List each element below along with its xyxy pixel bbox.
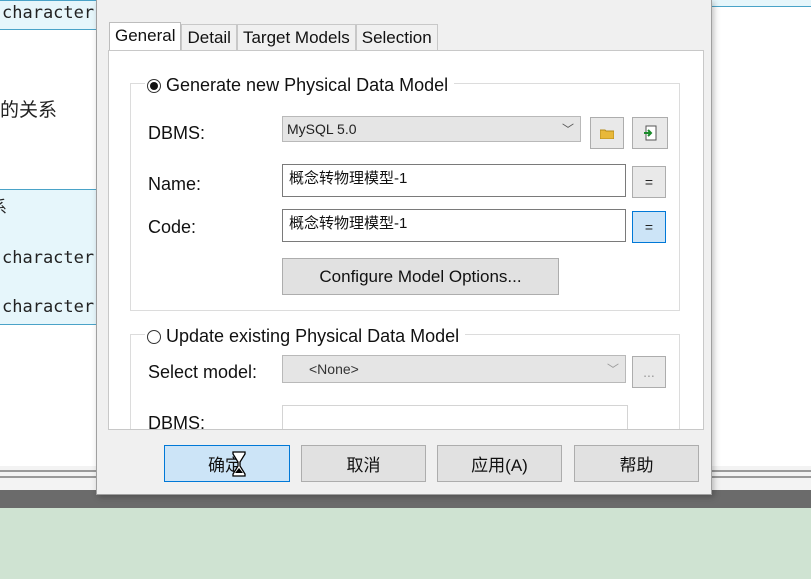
generate-option[interactable]: Generate new Physical Data Model — [145, 75, 455, 96]
configure-model-options-button[interactable]: Configure Model Options... — [282, 258, 559, 295]
bg-text-line-4: character — [2, 248, 95, 268]
bg-text-line-1: character — [2, 3, 95, 23]
name-equals-button[interactable]: = — [632, 166, 666, 198]
tab-selection[interactable]: Selection — [355, 24, 438, 51]
chevron-down-icon: ﹀ — [606, 362, 619, 377]
generate-radio[interactable] — [147, 78, 161, 93]
browse-model-button[interactable]: ... — [632, 356, 666, 388]
update-option-label: Update existing Physical Data Model — [166, 326, 460, 346]
bg-text-line-5: character — [2, 297, 95, 317]
code-equals-button[interactable]: = — [632, 211, 666, 243]
name-field[interactable]: 概念转物理模型-1 — [282, 164, 626, 197]
code-field[interactable]: 概念转物理模型-1 — [282, 209, 626, 242]
dbms-select-value: MySQL 5.0 — [287, 121, 357, 137]
dbms-select[interactable]: MySQL 5.0 ﹀ — [282, 116, 581, 142]
tab-general[interactable]: General — [109, 22, 182, 51]
update-dbms-field — [282, 405, 628, 429]
update-dbms-label: DBMS: — [148, 413, 206, 430]
import-button[interactable] — [632, 117, 668, 149]
bg-green-area — [0, 508, 811, 579]
ok-button[interactable]: 确定 — [164, 445, 290, 482]
generate-pdm-dialog: General Detail Target Models Selection G… — [96, 0, 712, 495]
dbms-label: DBMS: — [148, 123, 206, 143]
update-option[interactable]: Update existing Physical Data Model — [145, 326, 466, 347]
bg-text-line-3: 系 — [0, 193, 7, 218]
general-panel: Generate new Physical Data Model DBMS: M… — [108, 50, 704, 430]
hourglass-cursor-icon — [232, 450, 246, 477]
bg-right-header — [702, 0, 811, 7]
chevron-down-icon: ﹀ — [561, 122, 574, 137]
select-model-label: Select model: — [148, 362, 258, 382]
tab-strip: General Detail Target Models Selection — [109, 22, 438, 51]
name-label: Name: — [148, 174, 202, 194]
update-radio[interactable] — [147, 329, 161, 344]
cancel-button[interactable]: 取消 — [301, 445, 426, 482]
select-model-dropdown[interactable]: <None> ﹀ — [282, 355, 626, 383]
code-label: Code: — [148, 217, 197, 237]
bg-text-line-2: 的关系 — [0, 99, 58, 121]
tab-detail[interactable]: Detail — [181, 24, 237, 51]
help-button[interactable]: 帮助 — [574, 445, 699, 482]
folder-button[interactable] — [590, 117, 624, 149]
folder-icon — [600, 129, 614, 139]
import-icon — [644, 125, 657, 141]
apply-button[interactable]: 应用(A) — [437, 445, 562, 482]
select-model-value: <None> — [309, 361, 359, 377]
generate-option-label: Generate new Physical Data Model — [166, 75, 449, 95]
tab-target-models[interactable]: Target Models — [236, 24, 356, 51]
